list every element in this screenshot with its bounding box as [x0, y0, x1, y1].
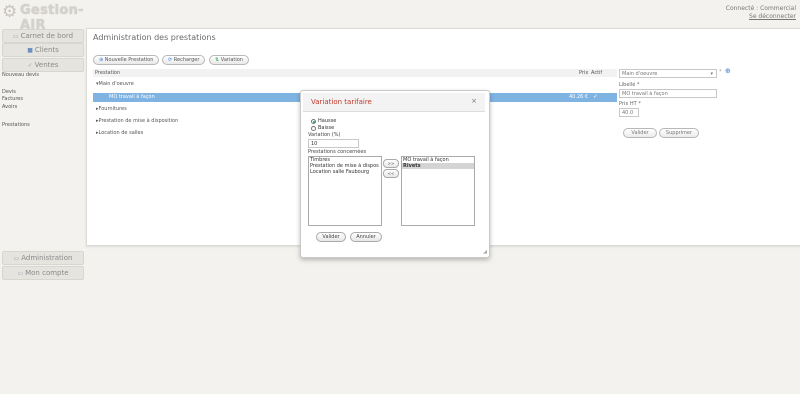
tree-row-label: MO travail à façon	[109, 94, 155, 100]
label-field-label: Libellé *	[619, 82, 640, 88]
nav-administration[interactable]: ▭ Administration	[2, 251, 84, 265]
nav-dashboard[interactable]: ▭ Carnet de bord	[2, 29, 84, 43]
dialog-title: Variation tarifaire	[311, 98, 372, 106]
available-services-list[interactable]: Timbres Prestation de mise à dispos Loca…	[308, 156, 382, 226]
tree-group-provision[interactable]: ▸Prestation de mise à disposition	[96, 118, 178, 124]
clients-icon: ■	[27, 47, 33, 54]
connected-user: Connecté : Commercial	[725, 5, 796, 12]
tree-group-label: Fournitures	[98, 106, 127, 112]
category-select[interactable]: Main d'oeuvre ▾	[619, 69, 717, 78]
required-asterisk: *	[719, 69, 722, 75]
gear-icon: ⚙	[2, 2, 18, 22]
tree-group-rooms[interactable]: ▸Location de salles	[96, 130, 143, 136]
plus-icon: ⊕	[99, 57, 104, 63]
close-icon[interactable]: ×	[471, 97, 477, 105]
nav-link-services[interactable]: Prestations	[2, 122, 30, 128]
dialog-validate-button[interactable]: Valider	[316, 232, 346, 242]
variation-input[interactable]: 10	[308, 139, 359, 148]
nav-account[interactable]: ▭ Mon compte	[2, 266, 84, 280]
sales-icon: ✓	[27, 62, 33, 69]
chevron-down-icon: ▾	[710, 71, 713, 77]
user-info: Connecté : Commercial Se déconnecter	[726, 5, 796, 21]
dashboard-icon: ▭	[12, 33, 19, 40]
nav-clients[interactable]: ■ Clients	[2, 43, 84, 57]
variation-dialog: Variation tarifaire × Hausse Baisse Vari…	[300, 90, 490, 258]
tree-group-labour[interactable]: ▾Main d'oeuvre	[96, 81, 134, 87]
form-delete-button[interactable]: Supprimer	[659, 128, 699, 138]
logout-link[interactable]: Se déconnecter	[726, 13, 796, 21]
tree-group-label: Location de salles	[98, 130, 144, 136]
add-category-icon[interactable]: ⊕	[725, 67, 731, 75]
radio-lower-label: Baisse	[318, 125, 335, 131]
column-prestation: Prestation	[95, 70, 121, 76]
variation-button[interactable]: ⇅ Variation	[209, 55, 249, 65]
header: ⚙ Gestion-AIR Connecté : Commercial Se d…	[0, 0, 800, 33]
app-logo[interactable]: ⚙ Gestion-AIR	[2, 2, 92, 33]
concerned-label: Prestations concernées	[308, 149, 367, 155]
nav-dashboard-label: Carnet de bord	[20, 32, 74, 40]
refresh-icon: ⟳	[168, 57, 173, 63]
form-validate-button[interactable]: Valider	[623, 128, 657, 138]
admin-icon: ▭	[13, 255, 20, 262]
resize-grip-icon[interactable]: ◢	[483, 249, 487, 255]
nav-link-credits[interactable]: Avoirs	[2, 104, 17, 110]
label-input[interactable]: MO travail à façon	[619, 89, 717, 98]
table-header: Prestation Prix Actif	[93, 69, 617, 77]
selected-services-list[interactable]: MO travail à façon Rivets	[401, 156, 475, 226]
tree-group-label: Main d'oeuvre	[98, 81, 134, 87]
nav-link-invoices[interactable]: Factures	[2, 96, 23, 102]
account-icon: ▭	[17, 270, 24, 277]
dialog-cancel-button[interactable]: Annuler	[350, 232, 382, 242]
column-active: Actif	[591, 70, 603, 76]
nav-link-new-quote[interactable]: Nouveau devis	[2, 72, 39, 78]
list-item[interactable]: Location salle Faubourg	[309, 169, 381, 175]
page-title: Administration des prestations	[93, 33, 216, 42]
tree-row-price: 40.26 €	[569, 94, 589, 100]
category-select-value: Main d'oeuvre	[622, 71, 658, 77]
radio-lower[interactable]	[311, 126, 316, 131]
radio-raise-label: Hausse	[318, 118, 337, 124]
variation-icon: ⇅	[215, 57, 220, 63]
dialog-header: Variation tarifaire ×	[303, 93, 485, 112]
active-check-icon: ✓	[593, 93, 599, 100]
variation-field-label: Variation (%)	[308, 132, 341, 138]
radio-raise[interactable]	[311, 119, 316, 124]
reload-button[interactable]: ⟳ Recharger	[162, 55, 206, 65]
price-field-label: Prix HT *	[619, 101, 641, 107]
tree-group-label: Prestation de mise à disposition	[98, 118, 179, 124]
price-input[interactable]: 40.0	[619, 108, 639, 117]
column-price: Prix	[579, 70, 589, 76]
nav-clients-label: Clients	[34, 46, 59, 54]
remove-from-selected-button[interactable]: <<	[383, 169, 399, 178]
nav-sales-label: Ventes	[34, 61, 59, 69]
nav-administration-label: Administration	[21, 254, 73, 262]
nav-link-quotes[interactable]: Devis	[2, 89, 16, 95]
nav-account-label: Mon compte	[25, 269, 69, 277]
tree-group-supplies[interactable]: ▸Fournitures	[96, 106, 127, 112]
list-item[interactable]: Rivets	[402, 163, 474, 169]
new-service-label: Nouvelle Prestation	[104, 57, 154, 63]
new-service-button[interactable]: ⊕ Nouvelle Prestation	[93, 55, 160, 65]
reload-label: Recharger	[173, 57, 200, 63]
nav-sales[interactable]: ✓ Ventes	[2, 58, 84, 72]
add-to-selected-button[interactable]: >>	[383, 159, 399, 168]
variation-label: Variation	[220, 57, 243, 63]
